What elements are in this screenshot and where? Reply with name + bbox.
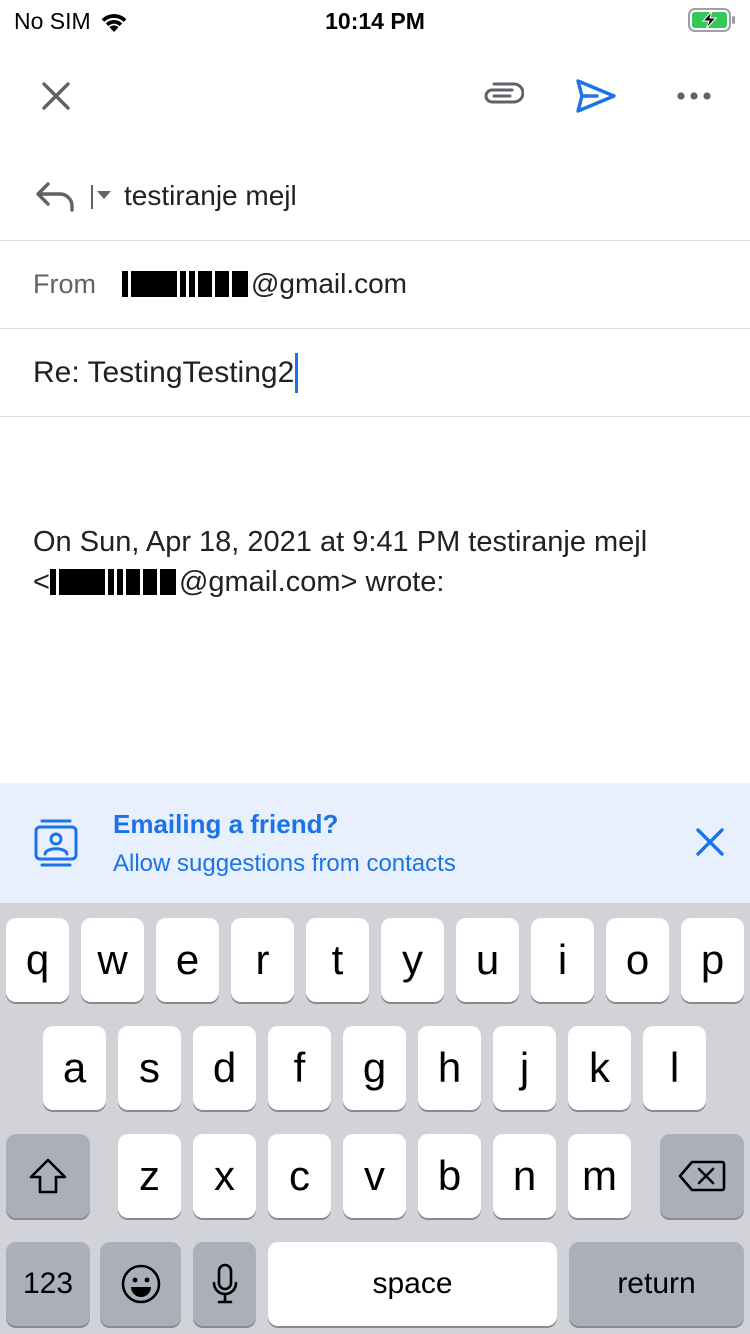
redaction-block: [49, 569, 56, 595]
compose-toolbar: [0, 56, 750, 136]
key-q[interactable]: q: [6, 918, 69, 1002]
key-t[interactable]: t: [306, 918, 369, 1002]
more-options-button[interactable]: [664, 66, 724, 126]
reply-type-dropdown-icon[interactable]: [90, 184, 112, 210]
redaction-block: [180, 271, 186, 297]
key-e[interactable]: e: [156, 918, 219, 1002]
key-l[interactable]: l: [643, 1026, 706, 1110]
from-label: From: [33, 269, 96, 299]
wifi-icon: [101, 13, 127, 32]
redaction-block: [122, 271, 128, 297]
key-m[interactable]: m: [568, 1134, 631, 1218]
key-c[interactable]: c: [268, 1134, 331, 1218]
redaction-block: [58, 569, 105, 595]
redaction-block: [116, 569, 123, 595]
key-w[interactable]: w: [81, 918, 144, 1002]
paperclip-icon: [484, 82, 524, 104]
shift-key[interactable]: [6, 1134, 90, 1218]
subject-row[interactable]: Re: TestingTesting2: [0, 329, 750, 417]
dismiss-banner-button[interactable]: [688, 820, 732, 864]
key-x[interactable]: x: [193, 1134, 256, 1218]
key-o[interactable]: o: [606, 918, 669, 1002]
banner-title: Emailing a friend?: [113, 809, 339, 839]
key-a[interactable]: a: [43, 1026, 106, 1110]
space-key[interactable]: space: [268, 1242, 557, 1326]
numbers-key[interactable]: 123: [6, 1242, 90, 1326]
key-d[interactable]: d: [193, 1026, 256, 1110]
key-g[interactable]: g: [343, 1026, 406, 1110]
redaction-block: [125, 569, 140, 595]
contacts-suggestion-banner[interactable]: Emailing a friend? Allow suggestions fro…: [0, 783, 750, 903]
emoji-icon: [121, 1264, 160, 1304]
reply-icon: [36, 182, 74, 212]
key-s[interactable]: s: [118, 1026, 181, 1110]
key-k[interactable]: k: [568, 1026, 631, 1110]
redaction-block: [159, 569, 176, 595]
status-bar: No SIM 10:14 PM: [0, 0, 750, 40]
key-u[interactable]: u: [456, 918, 519, 1002]
more-horizontal-icon: [677, 92, 711, 100]
recipient-chip[interactable]: testiranje mejl: [124, 180, 297, 212]
emoji-key[interactable]: [100, 1242, 181, 1326]
key-n[interactable]: n: [493, 1134, 556, 1218]
text-cursor: [295, 353, 299, 393]
redaction-block: [142, 569, 157, 595]
from-domain: @gmail.com: [251, 268, 408, 299]
backspace-icon: [678, 1160, 726, 1192]
close-button[interactable]: [26, 66, 86, 126]
quote-header-line: On Sun, Apr 18, 2021 at 9:41 PM testiran…: [33, 526, 648, 558]
contacts-icon: [34, 819, 78, 867]
subject-field[interactable]: Re: TestingTesting2: [33, 353, 299, 393]
microphone-icon: [212, 1263, 237, 1304]
key-r[interactable]: r: [231, 918, 294, 1002]
keyboard: q w e r t y u i o p a s d f g h j k l z …: [0, 903, 750, 1334]
key-i[interactable]: i: [531, 918, 594, 1002]
key-y[interactable]: y: [381, 918, 444, 1002]
quote-prefix: <: [33, 566, 50, 598]
dictation-key[interactable]: [193, 1242, 256, 1326]
from-address[interactable]: @gmail.com: [122, 268, 407, 300]
send-icon: [576, 79, 616, 113]
redaction-block: [198, 271, 212, 297]
redaction-block: [215, 271, 229, 297]
attach-button[interactable]: [472, 66, 532, 126]
carrier-status: No SIM: [14, 8, 129, 35]
redaction-block: [232, 271, 248, 297]
from-row[interactable]: From @gmail.com: [0, 241, 750, 329]
key-p[interactable]: p: [681, 918, 744, 1002]
send-button[interactable]: [566, 66, 626, 126]
shift-icon: [29, 1158, 67, 1194]
quote-suffix: @gmail.com> wrote:: [178, 566, 445, 598]
key-v[interactable]: v: [343, 1134, 406, 1218]
quote-address-line: < @gmail.com> wrote:: [33, 562, 733, 602]
key-z[interactable]: z: [118, 1134, 181, 1218]
close-icon: [42, 82, 70, 110]
redaction-block: [131, 271, 177, 297]
key-j[interactable]: j: [493, 1026, 556, 1110]
key-h[interactable]: h: [418, 1026, 481, 1110]
redaction-block: [189, 271, 195, 297]
key-f[interactable]: f: [268, 1026, 331, 1110]
allow-suggestions-link[interactable]: Allow suggestions from contacts: [113, 850, 456, 878]
return-key[interactable]: return: [569, 1242, 744, 1326]
key-b[interactable]: b: [418, 1134, 481, 1218]
close-icon: [696, 828, 724, 856]
battery-charging-icon: [688, 8, 735, 32]
subject-text: Re: TestingTesting2: [33, 356, 295, 389]
delete-key[interactable]: [660, 1134, 744, 1218]
carrier-label: No SIM: [14, 8, 91, 34]
recipient-row[interactable]: testiranje mejl: [0, 150, 750, 241]
message-body[interactable]: On Sun, Apr 18, 2021 at 9:41 PM testiran…: [33, 522, 733, 602]
redaction-block: [107, 569, 114, 595]
